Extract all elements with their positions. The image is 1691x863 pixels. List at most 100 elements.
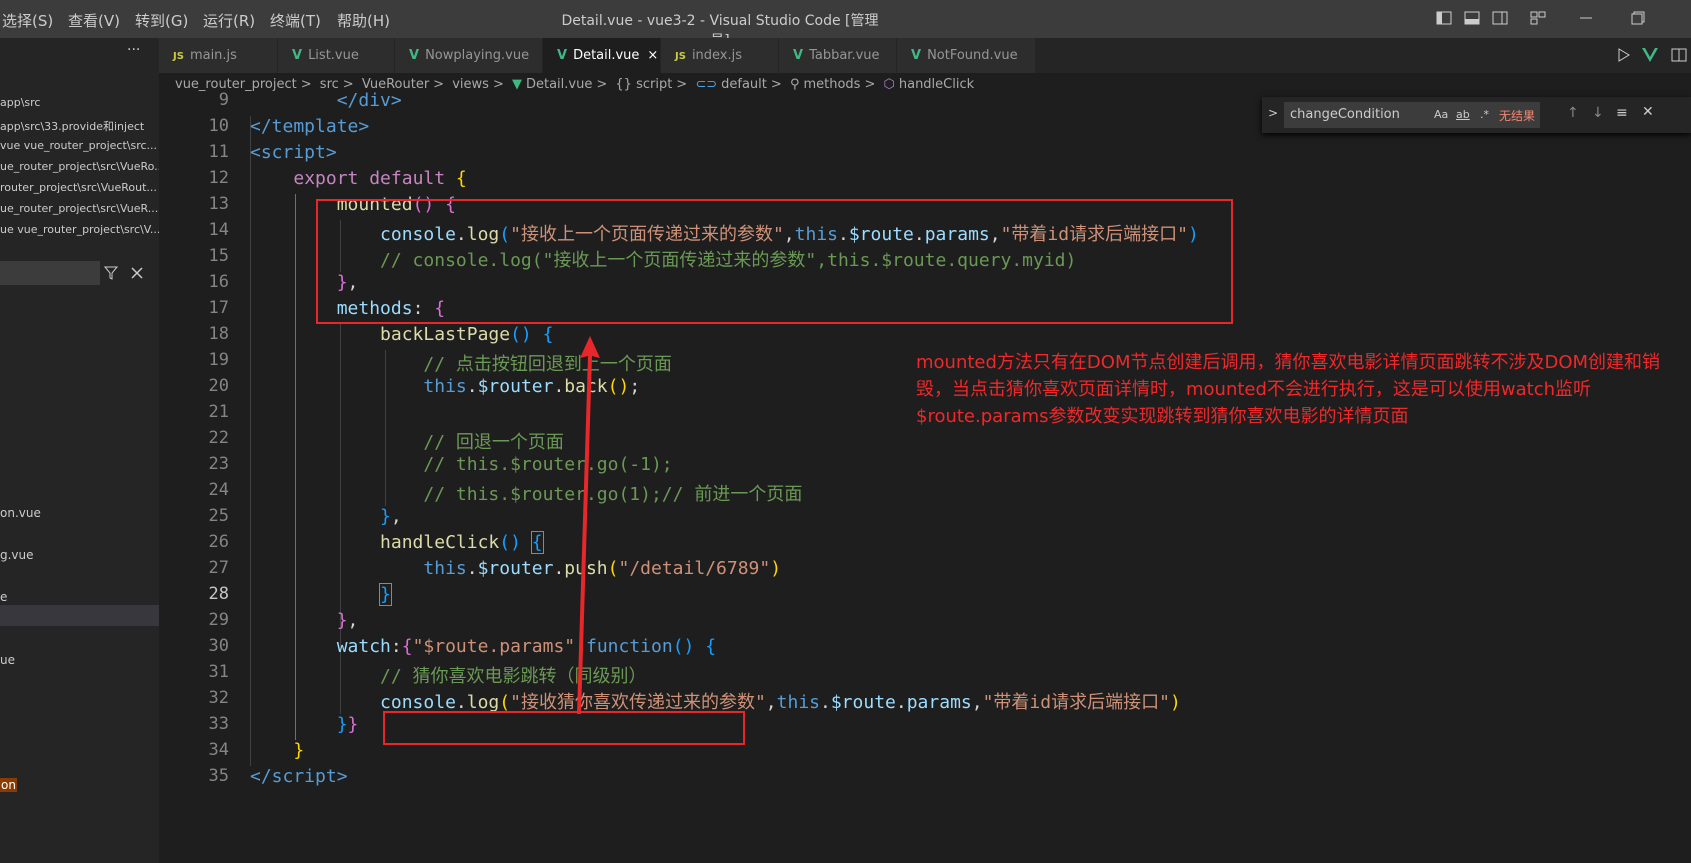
code-line: handleClick() { bbox=[380, 531, 544, 554]
breadcrumb-separator: > bbox=[676, 77, 688, 92]
line-number: 23 bbox=[208, 454, 229, 474]
line-number: 26 bbox=[208, 532, 229, 552]
tab-label: index.js bbox=[691, 48, 743, 63]
tab-tabbar-vue[interactable]: V Tabbar.vue bbox=[779, 38, 897, 73]
restore-icon[interactable] bbox=[1630, 10, 1646, 26]
cube-icon: ⬡ bbox=[883, 77, 895, 92]
sidebar-item[interactable]: router_project\src\VueRout... bbox=[0, 181, 157, 194]
code-line: }} bbox=[336, 714, 359, 735]
code-line: } bbox=[293, 740, 305, 761]
filter-input[interactable] bbox=[0, 261, 100, 285]
vue-file-icon: ▼ bbox=[511, 77, 522, 92]
js-file-icon: JS bbox=[173, 51, 184, 62]
highlight-box-mounted bbox=[316, 199, 1233, 324]
line-number: 17 bbox=[208, 298, 229, 318]
arrow-down-icon[interactable]: ↓ bbox=[1592, 105, 1604, 121]
tab-label: Detail.vue bbox=[573, 48, 640, 63]
sidebar-item[interactable]: ue_router_project\src\VueRo... bbox=[0, 160, 159, 173]
tab-main-js[interactable]: JS main.js bbox=[159, 38, 278, 73]
toggle-panel-icon[interactable] bbox=[1464, 10, 1480, 26]
symbol-icon: ⊂⊃ bbox=[695, 77, 718, 92]
more-actions-icon[interactable]: ··· bbox=[127, 42, 140, 58]
toggle-secondary-sidebar-icon[interactable] bbox=[1492, 10, 1508, 26]
selected-sidebar-row[interactable] bbox=[0, 605, 159, 626]
match-case-icon[interactable]: Aa bbox=[1434, 108, 1448, 121]
regex-icon[interactable]: .* bbox=[1480, 108, 1489, 121]
sidebar-item[interactable]: ue bbox=[0, 653, 15, 667]
js-file-icon: JS bbox=[675, 51, 686, 62]
find-widget: > changeCondition Aa ab .* 无结果 ↑ ↓ ≡ ✕ bbox=[1262, 97, 1691, 133]
tab-label: NotFound.vue bbox=[927, 48, 1018, 63]
breadcrumb-separator: > bbox=[596, 77, 608, 92]
tab-detail-vue[interactable]: V Detail.vue × bbox=[543, 38, 661, 73]
sidebar-item[interactable]: ue_router_project\src\VueR... bbox=[0, 202, 158, 215]
chevron-right-icon[interactable]: > bbox=[1268, 106, 1278, 120]
sidebar-item[interactable]: app\src\33.provide和inject bbox=[0, 118, 144, 134]
line-number: 24 bbox=[208, 480, 229, 500]
breadcrumb-item[interactable]: {} script bbox=[615, 77, 672, 92]
code-line: </template> bbox=[250, 116, 370, 137]
breadcrumb-item[interactable]: default bbox=[721, 77, 767, 92]
close-tab-icon[interactable]: × bbox=[647, 48, 658, 63]
menu-help[interactable]: 帮助(H) bbox=[337, 10, 390, 31]
line-number: 29 bbox=[208, 610, 229, 630]
sidebar-item[interactable]: on.vue bbox=[0, 506, 41, 520]
close-icon[interactable]: ✕ bbox=[1642, 104, 1654, 120]
status-item[interactable]: on bbox=[0, 778, 17, 792]
line-number: 27 bbox=[208, 558, 229, 578]
whole-word-icon[interactable]: ab bbox=[1456, 108, 1470, 121]
arrow-up-icon[interactable]: ↑ bbox=[1567, 105, 1579, 121]
toggle-sidebar-icon[interactable] bbox=[1436, 10, 1452, 26]
vue-file-icon: V bbox=[911, 48, 922, 63]
sidebar-item[interactable]: e bbox=[0, 590, 7, 604]
line-number: 9 bbox=[218, 90, 229, 110]
find-in-selection-icon[interactable]: ≡ bbox=[1616, 105, 1628, 121]
line-number: 12 bbox=[208, 168, 229, 188]
tab-nowplaying-vue[interactable]: V Nowplaying.vue bbox=[395, 38, 543, 73]
code-line: // 点击按钮回退到上一个页面 bbox=[423, 354, 672, 375]
menu-terminal[interactable]: 终端(T) bbox=[270, 10, 321, 31]
editor-tabs: JS main.js V List.vue V Nowplaying.vue V Det… bbox=[159, 38, 1691, 73]
vue-extension-icon[interactable] bbox=[1642, 48, 1658, 62]
sidebar-item[interactable]: vue vue_router_project\src... bbox=[0, 139, 157, 152]
customize-layout-icon[interactable] bbox=[1530, 10, 1546, 26]
breadcrumb-item[interactable]: methods bbox=[803, 77, 860, 92]
close-icon[interactable] bbox=[131, 267, 143, 279]
breadcrumb-separator: > bbox=[433, 77, 445, 92]
filter-icon[interactable] bbox=[104, 266, 118, 280]
menu-select[interactable]: 选择(S) bbox=[2, 10, 53, 31]
vue-file-icon: V bbox=[409, 48, 420, 63]
menu-goto[interactable]: 转到(G) bbox=[135, 10, 188, 31]
menu-run[interactable]: 运行(R) bbox=[203, 10, 255, 31]
line-number: 32 bbox=[208, 688, 229, 708]
tab-index-js[interactable]: JS index.js bbox=[661, 38, 779, 73]
vue-file-icon: V bbox=[292, 48, 303, 63]
sidebar-item[interactable]: g.vue bbox=[0, 548, 34, 562]
code-line: </script> bbox=[250, 766, 348, 787]
breadcrumb-item[interactable]: Detail.vue bbox=[526, 77, 592, 92]
code-line: </div> bbox=[336, 90, 402, 111]
tab-list-vue[interactable]: V List.vue bbox=[278, 38, 395, 73]
vue-file-icon: V bbox=[793, 48, 804, 63]
breadcrumb-item[interactable]: handleClick bbox=[899, 77, 974, 92]
find-result: 无结果 bbox=[1499, 109, 1536, 123]
sidebar-item[interactable]: ue vue_router_project\src\V... bbox=[0, 223, 159, 236]
breadcrumb-separator: > bbox=[492, 77, 504, 92]
line-number: 13 bbox=[208, 194, 229, 214]
arrow-up-icon bbox=[577, 336, 600, 714]
line-number: 11 bbox=[208, 142, 229, 162]
minimize-icon[interactable] bbox=[1578, 10, 1594, 26]
code-line: // this.$router.go(1);// 前进一个页面 bbox=[423, 484, 803, 505]
sidebar-item[interactable]: app\src bbox=[0, 96, 40, 109]
line-number: 21 bbox=[208, 402, 229, 422]
breadcrumb-separator: > bbox=[770, 77, 782, 92]
line-number: 25 bbox=[208, 506, 229, 526]
vue-file-icon: V bbox=[557, 48, 568, 63]
menu-view[interactable]: 查看(V) bbox=[68, 10, 120, 31]
run-icon[interactable] bbox=[1617, 48, 1631, 62]
title-bar: 选择(S) 查看(V) 转到(G) 运行(R) 终端(T) 帮助(H) Deta… bbox=[0, 0, 1691, 49]
breadcrumb-item[interactable]: views bbox=[452, 77, 489, 92]
code-line: }, bbox=[380, 506, 402, 527]
split-editor-icon[interactable] bbox=[1671, 48, 1687, 62]
tab-notfound-vue[interactable]: V NotFound.vue bbox=[897, 38, 1036, 73]
